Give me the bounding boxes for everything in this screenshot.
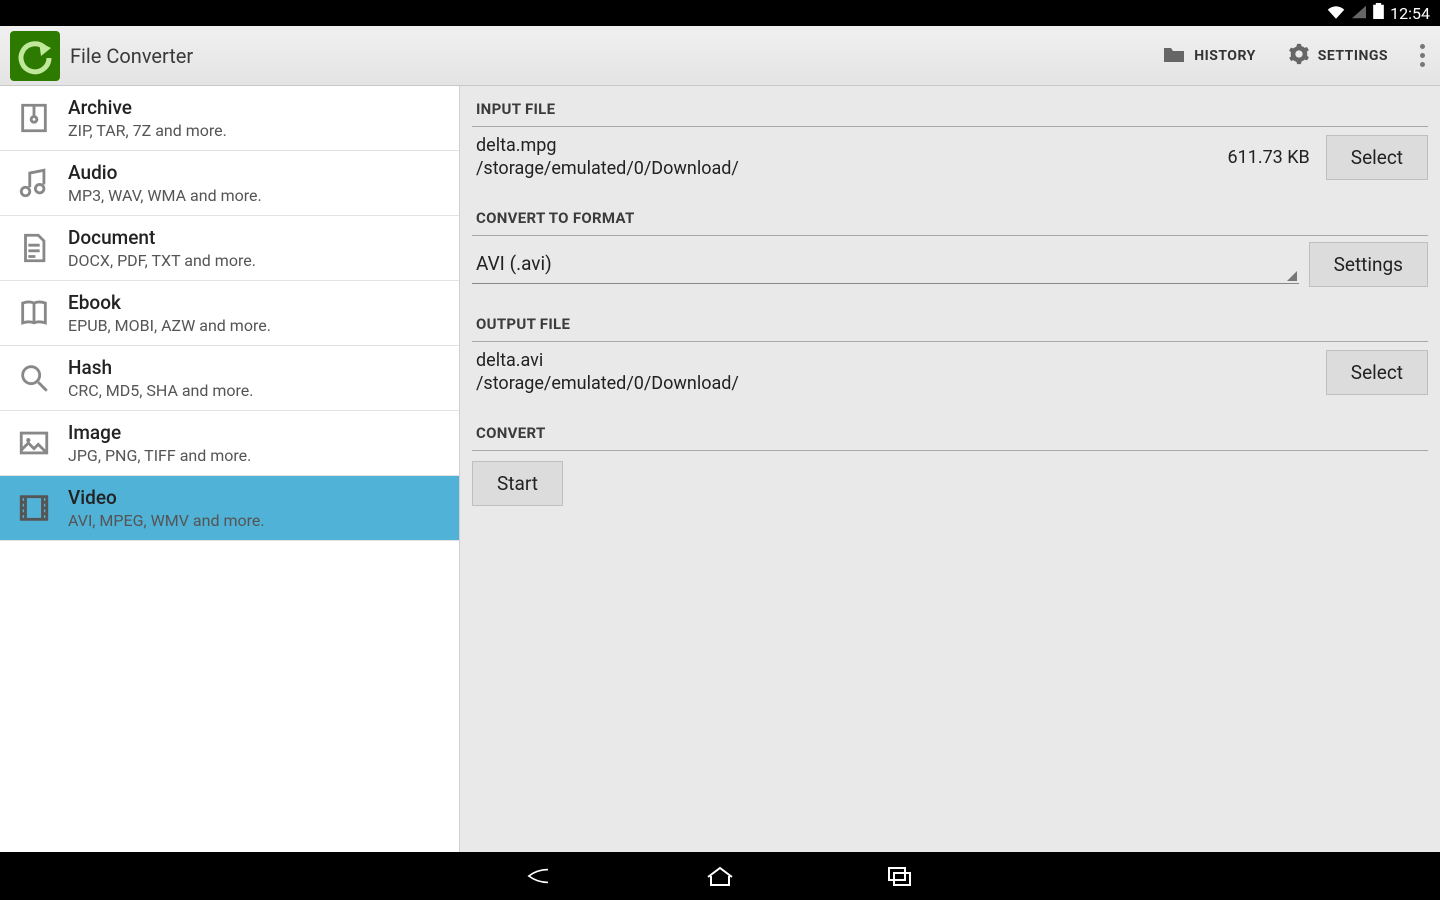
android-nav-bar (0, 852, 1440, 900)
sidebar-item-sub: MP3, WAV, WMA and more. (68, 186, 262, 205)
select-output-button[interactable]: Select (1326, 350, 1428, 395)
sidebar-item-title: Document (68, 226, 256, 249)
sidebar-item-image[interactable]: Image JPG, PNG, TIFF and more. (0, 411, 459, 476)
section-format-label: CONVERT TO FORMAT (472, 203, 1428, 235)
sidebar-item-title: Archive (68, 96, 227, 119)
status-time: 12:54 (1390, 4, 1430, 23)
divider (472, 126, 1428, 127)
category-sidebar: Archive ZIP, TAR, 7Z and more. Audio MP3, … (0, 86, 460, 852)
app-title: File Converter (70, 44, 1146, 68)
history-button[interactable]: HISTORY (1146, 26, 1272, 85)
input-file-size: 611.73 KB (1227, 147, 1309, 168)
start-button[interactable]: Start (472, 461, 563, 506)
sidebar-item-sub: JPG, PNG, TIFF and more. (68, 446, 251, 465)
sidebar-item-title: Audio (68, 161, 262, 184)
sidebar-item-title: Video (68, 486, 265, 509)
sidebar-item-sub: EPUB, MOBI, AZW and more. (68, 316, 271, 335)
image-icon (14, 423, 54, 463)
format-settings-button[interactable]: Settings (1309, 242, 1428, 287)
overflow-menu-button[interactable] (1404, 26, 1440, 85)
settings-label: SETTINGS (1318, 48, 1388, 64)
book-icon (14, 293, 54, 333)
battery-icon (1373, 3, 1384, 23)
app-icon (10, 31, 60, 81)
divider (472, 450, 1428, 451)
section-input-file-label: INPUT FILE (472, 94, 1428, 126)
magnify-icon (14, 358, 54, 398)
divider (472, 235, 1428, 236)
section-output-file-label: OUTPUT FILE (472, 309, 1428, 341)
select-input-button[interactable]: Select (1326, 135, 1428, 180)
section-convert-label: CONVERT (472, 418, 1428, 450)
more-vertical-icon (1420, 44, 1425, 67)
sidebar-item-ebook[interactable]: Ebook EPUB, MOBI, AZW and more. (0, 281, 459, 346)
music-note-icon (14, 163, 54, 203)
sidebar-item-audio[interactable]: Audio MP3, WAV, WMA and more. (0, 151, 459, 216)
folder-history-icon (1162, 44, 1186, 68)
sidebar-item-video[interactable]: Video AVI, MPEG, WMV and more. (0, 476, 459, 541)
sidebar-item-sub: DOCX, PDF, TXT and more. (68, 251, 256, 270)
sidebar-item-archive[interactable]: Archive ZIP, TAR, 7Z and more. (0, 86, 459, 151)
wifi-icon (1327, 4, 1345, 23)
film-icon (14, 488, 54, 528)
sidebar-item-sub: CRC, MD5, SHA and more. (68, 381, 254, 400)
main-panel: INPUT FILE delta.mpg /storage/emulated/0… (460, 86, 1440, 852)
gear-icon (1288, 43, 1310, 69)
archive-icon (14, 98, 54, 138)
divider (472, 341, 1428, 342)
input-file-name: delta.mpg (476, 135, 1213, 156)
sidebar-item-sub: AVI, MPEG, WMV and more. (68, 511, 265, 530)
nav-back-button[interactable] (520, 861, 560, 891)
sidebar-item-title: Image (68, 421, 251, 444)
nav-recent-button[interactable] (880, 861, 920, 891)
format-spinner[interactable]: AVI (.avi) (472, 246, 1299, 284)
android-status-bar: 12:54 (0, 0, 1440, 26)
sidebar-item-hash[interactable]: Hash CRC, MD5, SHA and more. (0, 346, 459, 411)
sidebar-item-title: Hash (68, 356, 254, 379)
output-file-path: /storage/emulated/0/Download/ (476, 373, 1312, 394)
document-icon (14, 228, 54, 268)
format-value: AVI (.avi) (476, 252, 552, 275)
sidebar-item-sub: ZIP, TAR, 7Z and more. (68, 121, 227, 140)
sidebar-item-title: Ebook (68, 291, 271, 314)
output-file-name: delta.avi (476, 350, 1312, 371)
settings-button[interactable]: SETTINGS (1272, 26, 1404, 85)
nav-home-button[interactable] (700, 861, 740, 891)
input-file-path: /storage/emulated/0/Download/ (476, 158, 1213, 179)
history-label: HISTORY (1194, 48, 1256, 64)
sidebar-item-document[interactable]: Document DOCX, PDF, TXT and more. (0, 216, 459, 281)
action-bar: File Converter HISTORY SETTINGS (0, 26, 1440, 86)
cell-signal-icon (1351, 4, 1367, 23)
